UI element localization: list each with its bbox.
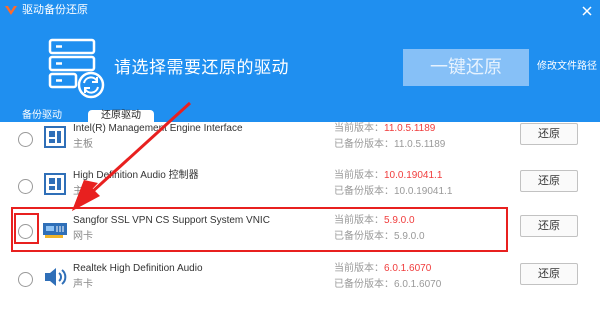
current-version: 当前版本：10.0.19041.1 (334, 170, 442, 182)
backup-version-value: 11.0.5.1189 (394, 139, 446, 150)
current-version-label: 当前版本： (334, 263, 384, 274)
restore-button[interactable]: 还原 (520, 170, 578, 192)
motherboard-icon (44, 173, 66, 195)
driver-type: 声卡 (73, 279, 93, 290)
driver-name: Intel(R) Management Engine Interface (73, 123, 243, 134)
backup-version-value: 10.0.19041.1 (394, 186, 453, 197)
motherboard-icon (44, 126, 66, 148)
change-path-link[interactable]: 修改文件路径 (537, 61, 597, 73)
header-bar: 驱动备份还原 请选择需要还原的驱动 一键还原 修改文件路径 备份驱动 还原驱动 (0, 0, 600, 122)
current-version-value: 10.0.19041.1 (384, 170, 443, 181)
list-item: Realtek High Definition Audio 声卡 当前版本：6.… (0, 258, 600, 302)
highlight-radio-box (14, 213, 39, 244)
backup-version: 已备份版本：11.0.5.1189 (334, 139, 445, 151)
current-version-label: 当前版本： (334, 170, 384, 181)
select-radio[interactable] (18, 179, 33, 194)
backup-version: 已备份版本：6.0.1.6070 (334, 279, 441, 291)
select-radio[interactable] (18, 132, 33, 147)
restore-all-button[interactable]: 一键还原 (403, 49, 529, 86)
backup-version: 已备份版本：10.0.19041.1 (334, 186, 452, 198)
restore-button[interactable]: 还原 (520, 263, 578, 285)
driver-name: High Definition Audio 控制器 (73, 170, 199, 181)
backup-version-label: 已备份版本： (334, 139, 394, 150)
backup-version-value: 6.0.1.6070 (394, 279, 442, 290)
backup-version-label: 已备份版本： (334, 279, 394, 290)
restore-button[interactable]: 还原 (520, 215, 578, 237)
title-bar: 驱动备份还原 (0, 0, 600, 22)
driver-type: 主板 (73, 139, 93, 150)
page-prompt: 请选择需要还原的驱动 (114, 58, 289, 77)
list-item: High Definition Audio 控制器 主板 当前版本：10.0.1… (0, 165, 600, 209)
current-version-value: 11.0.5.1189 (384, 123, 436, 134)
close-icon[interactable] (580, 4, 594, 18)
current-version: 当前版本：6.0.1.6070 (334, 263, 431, 275)
tab-restore[interactable]: 还原驱动 (88, 110, 154, 122)
select-radio[interactable] (18, 272, 33, 287)
driver-name: Realtek High Definition Audio (73, 263, 203, 274)
driver-restore-icon (48, 38, 105, 99)
driver-type: 主板 (73, 186, 93, 197)
tab-backup[interactable]: 备份驱动 (12, 110, 72, 122)
current-version-label: 当前版本： (334, 123, 384, 134)
list-item: Intel(R) Management Engine Interface 主板 … (0, 122, 600, 162)
current-version: 当前版本：11.0.5.1189 (334, 123, 435, 135)
app-logo-icon (5, 6, 17, 15)
current-version-value: 6.0.1.6070 (384, 263, 432, 274)
highlight-box (11, 207, 508, 252)
backup-version-label: 已备份版本： (334, 186, 394, 197)
restore-button[interactable]: 还原 (520, 123, 578, 145)
speaker-icon (45, 268, 67, 286)
window-title: 驱动备份还原 (22, 4, 88, 16)
